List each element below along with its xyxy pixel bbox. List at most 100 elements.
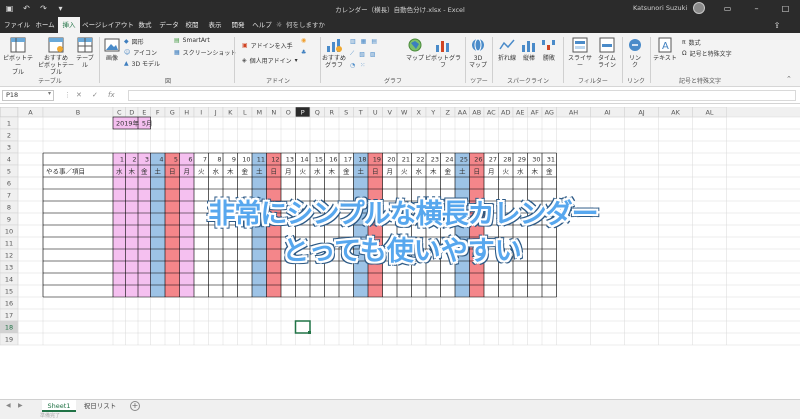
equation-button[interactable]: π 数式 bbox=[682, 38, 701, 47]
day-number: 29 bbox=[518, 156, 526, 164]
scatter-chart-icon[interactable]: ⁙ bbox=[360, 62, 365, 69]
day-number: 22 bbox=[416, 156, 424, 164]
group-label-filters: フィルター bbox=[578, 78, 608, 85]
chevron-down-icon[interactable]: ▾ bbox=[48, 90, 51, 97]
tab-page-layout[interactable]: ページレイアウト bbox=[82, 17, 134, 33]
cancel-icon[interactable]: ✕ bbox=[76, 91, 82, 99]
recommended-pivot-button[interactable]: おすすめ ピボットテーブル bbox=[36, 37, 76, 76]
my-addins-button[interactable]: ◈ 個人用アドイン ▾ bbox=[242, 56, 298, 65]
share-icon[interactable]: ⇪ bbox=[768, 20, 786, 30]
sheet-tab-sheet1[interactable]: Sheet1 bbox=[42, 400, 76, 412]
waterfall-chart-icon[interactable]: ▤ bbox=[371, 38, 377, 45]
link-button[interactable]: リン ク bbox=[625, 37, 645, 69]
more-icon: ⋮ bbox=[64, 91, 71, 99]
tab-help[interactable]: ヘルプ bbox=[250, 17, 274, 33]
svg-text:A: A bbox=[662, 41, 669, 52]
select-all-corner[interactable] bbox=[0, 107, 19, 118]
table-button[interactable]: テーブル bbox=[74, 37, 96, 69]
people-graph-button[interactable]: ♣ bbox=[301, 49, 306, 56]
3d-map-button[interactable]: 3D マップ bbox=[468, 37, 488, 69]
symbol-button[interactable]: Ω 記号と特殊文字 bbox=[682, 49, 732, 58]
day-number: 19 bbox=[373, 156, 381, 164]
minimize-icon[interactable]: – bbox=[742, 0, 771, 17]
column-header-label: R bbox=[329, 109, 334, 117]
slicer-button[interactable]: スライサー bbox=[566, 37, 594, 69]
add-sheet-icon[interactable]: + bbox=[130, 401, 140, 411]
weekday-label: 土 bbox=[358, 167, 365, 176]
images-button[interactable]: 画像 bbox=[102, 37, 122, 62]
column-header-label: AD bbox=[501, 109, 510, 117]
ribbon-display-icon[interactable]: ▭ bbox=[713, 0, 742, 17]
maximize-icon[interactable]: □ bbox=[771, 0, 800, 17]
tab-home[interactable]: ホーム bbox=[32, 17, 58, 33]
link-icon bbox=[629, 39, 641, 51]
tab-formulas[interactable]: 数式 bbox=[134, 17, 156, 33]
bing-maps-button[interactable]: ◉ bbox=[301, 37, 306, 44]
weekday-label: 水 bbox=[116, 167, 123, 176]
maps-button[interactable]: マップ bbox=[404, 37, 426, 62]
window-controls: ▭ – □ ✕ bbox=[713, 0, 800, 17]
line-chart-icon[interactable]: ⟋ bbox=[350, 50, 354, 58]
statistic-chart-icon[interactable]: ▧ bbox=[359, 51, 365, 58]
selected-cell[interactable] bbox=[294, 320, 311, 334]
scroll-left-icon[interactable]: ◀ bbox=[6, 402, 11, 409]
row-header-label: 8 bbox=[7, 204, 11, 212]
get-addins-button[interactable]: ▣ アドインを入手 bbox=[242, 41, 293, 50]
fill-handle[interactable] bbox=[308, 331, 311, 334]
weekday-label: 金 bbox=[141, 167, 148, 176]
tab-developer[interactable]: 開発 bbox=[227, 17, 249, 33]
column-header-label: Q bbox=[315, 109, 320, 117]
row-header-label: 15 bbox=[5, 288, 13, 296]
day-number: 17 bbox=[344, 156, 352, 164]
column-chart-icon[interactable]: ▥ bbox=[350, 38, 356, 45]
recommended-charts-button[interactable]: おすすめ グラフ bbox=[321, 37, 347, 69]
column-header-label: AF bbox=[531, 109, 539, 117]
tell-me-input[interactable]: 何をしますか bbox=[286, 17, 325, 33]
pivot-table-button[interactable]: ピボットテー ブル bbox=[3, 37, 33, 76]
column-header-label: J bbox=[214, 109, 217, 117]
bing-icon: ◉ bbox=[301, 37, 307, 44]
tab-view[interactable]: 表示 bbox=[204, 17, 226, 33]
column-header-label: F bbox=[156, 109, 160, 117]
enter-icon[interactable]: ✓ bbox=[92, 91, 98, 99]
cube-icon: ▲ bbox=[124, 60, 129, 67]
menu-bar: ファイル ホーム 挿入 ページレイアウト 数式 データ 校閲 表示 開発 ヘルプ… bbox=[0, 17, 800, 33]
chart-type-row-2: ⟋ ▧ ▨ bbox=[350, 50, 376, 58]
scroll-right-icon[interactable]: ▶ bbox=[18, 402, 23, 409]
user-name[interactable]: Katsunori Suzuki bbox=[633, 4, 687, 12]
day-number: 30 bbox=[532, 156, 540, 164]
combo-chart-icon[interactable]: ▨ bbox=[370, 51, 376, 58]
name-box[interactable]: P18 bbox=[2, 90, 54, 101]
timeline-button[interactable]: タイム ライン bbox=[596, 37, 618, 69]
day-number: 3 bbox=[145, 156, 149, 164]
pivot-chart-button[interactable]: ピボットグラフ bbox=[424, 37, 462, 69]
sparkline-line-button[interactable]: 折れ線 bbox=[496, 37, 518, 62]
tab-file[interactable]: ファイル bbox=[2, 17, 32, 33]
shapes-button[interactable]: ◆ 図形 bbox=[124, 37, 144, 46]
column-header-label: K bbox=[228, 109, 233, 117]
hierarchy-chart-icon[interactable]: ▦ bbox=[361, 38, 367, 45]
text-button[interactable]: A テキスト bbox=[652, 37, 678, 62]
tab-data[interactable]: データ bbox=[157, 17, 181, 33]
insert-function-icon[interactable]: fx bbox=[108, 91, 115, 99]
row-header-label: 6 bbox=[7, 180, 11, 188]
sparkline-column-button[interactable]: 縦棒 bbox=[520, 37, 538, 62]
pie-chart-icon[interactable]: ◔ bbox=[350, 62, 355, 69]
avatar[interactable] bbox=[693, 2, 705, 14]
row-header-label: 9 bbox=[7, 216, 11, 224]
screenshot-button[interactable]: ▦ スクリーンショット bbox=[174, 48, 236, 57]
tab-review[interactable]: 校閲 bbox=[181, 17, 203, 33]
sparkline-winloss-button[interactable]: 勝敗 bbox=[540, 37, 558, 62]
smartart-button[interactable]: ▤ SmartArt bbox=[174, 37, 210, 44]
tab-insert[interactable]: 挿入 bbox=[58, 17, 80, 33]
3d-models-button[interactable]: ▲ 3D モデル bbox=[124, 59, 160, 68]
formula-input[interactable] bbox=[128, 90, 796, 101]
pivot-chart-icon bbox=[436, 41, 449, 52]
icons-button[interactable]: ☺ アイコン bbox=[124, 48, 157, 57]
weekday-label: 月 bbox=[184, 168, 191, 176]
recommended-charts-icon bbox=[327, 39, 342, 52]
sheet-tab-holidays[interactable]: 祝日リスト bbox=[80, 400, 120, 412]
row-header-label: 11 bbox=[5, 240, 13, 248]
group-separator bbox=[563, 37, 564, 83]
collapse-ribbon-icon[interactable]: ⌃ bbox=[786, 75, 792, 83]
